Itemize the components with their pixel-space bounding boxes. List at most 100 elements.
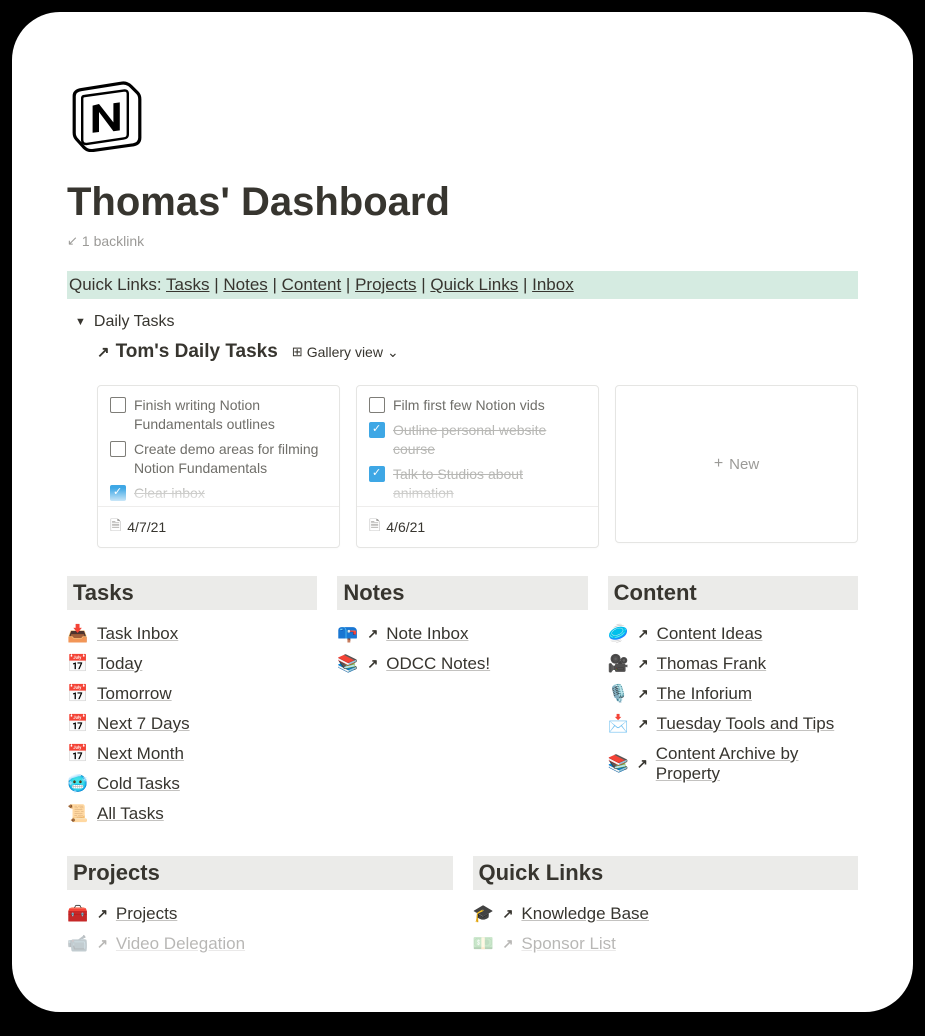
link-content-archive[interactable]: 📚 ↗ Content Archive by Property xyxy=(608,744,858,784)
link-next-7-days[interactable]: 📅 Next 7 Days xyxy=(67,714,317,734)
link-today[interactable]: 📅 Today xyxy=(67,654,317,674)
plus-icon: + xyxy=(714,455,723,473)
link-label: All Tasks xyxy=(97,804,164,824)
link-all-tasks[interactable]: 📜 All Tasks xyxy=(67,804,317,824)
link-label: Projects xyxy=(116,904,177,924)
checkbox-checked-icon[interactable] xyxy=(369,422,385,438)
link-note-inbox[interactable]: 📪 ↗ Note Inbox xyxy=(337,624,587,644)
mic-icon: 🎙️ xyxy=(608,684,630,704)
link-projects[interactable]: 🧰 ↗ Projects xyxy=(67,904,453,924)
page-title: Thomas' Dashboard xyxy=(67,180,858,225)
card-footer: 🗎 4/7/21 xyxy=(98,506,339,547)
card-body: Film first few Notion vids Outline perso… xyxy=(357,386,598,506)
arrow-upper-right-icon: ↗ xyxy=(503,936,514,952)
ql-inbox[interactable]: Inbox xyxy=(532,275,574,294)
link-next-month[interactable]: 📅 Next Month xyxy=(67,744,317,764)
todo-item[interactable]: Outline personal website course xyxy=(369,421,586,459)
arrow-upper-right-icon: ↗ xyxy=(503,906,514,922)
todo-text: Outline personal website course xyxy=(393,421,586,459)
ql-tasks[interactable]: Tasks xyxy=(166,275,209,294)
checkbox-icon[interactable] xyxy=(369,397,385,413)
todo-item[interactable]: Create demo areas for filming Notion Fun… xyxy=(110,440,327,478)
todo-item[interactable]: Film first few Notion vids xyxy=(369,396,586,415)
books-icon: 📚 xyxy=(608,754,629,774)
link-label: Cold Tasks xyxy=(97,774,180,794)
link-label: Note Inbox xyxy=(386,624,468,644)
link-label: Video Delegation xyxy=(116,934,245,954)
link-label: Sponsor List xyxy=(521,934,616,954)
col-notes: Notes 📪 ↗ Note Inbox 📚 ↗ ODCC Notes! xyxy=(337,576,587,834)
gallery-card[interactable]: Finish writing Notion Fundamentals outli… xyxy=(97,385,340,548)
todo-item[interactable]: Talk to Studios about animation xyxy=(369,465,586,503)
todo-text: Create demo areas for filming Notion Fun… xyxy=(134,440,327,478)
link-thomas-frank[interactable]: 🎥 ↗ Thomas Frank xyxy=(608,654,858,674)
checkbox-icon[interactable] xyxy=(110,441,126,457)
todo-item[interactable]: Clear inbox xyxy=(110,484,327,503)
card-date: 4/6/21 xyxy=(386,519,425,535)
quick-links-bar: Quick Links: Tasks | Notes | Content | P… xyxy=(67,271,858,299)
link-cold-tasks[interactable]: 🥶 Cold Tasks xyxy=(67,774,317,794)
link-label: Content Archive by Property xyxy=(656,744,858,784)
content-header: Content xyxy=(608,576,858,610)
daily-tasks-toggle[interactable]: ▼ Daily Tasks xyxy=(67,313,858,331)
link-label: Next Month xyxy=(97,744,184,764)
ql-projects[interactable]: Projects xyxy=(355,275,416,294)
col-content: Content 🥏 ↗ Content Ideas 🎥 ↗ Thomas Fra… xyxy=(608,576,858,834)
todo-item[interactable]: Finish writing Notion Fundamentals outli… xyxy=(110,396,327,434)
view-selector[interactable]: ⊞ Gallery view ⌄ xyxy=(292,344,399,361)
backlink-count: 1 backlink xyxy=(82,233,144,249)
gallery-row: Finish writing Notion Fundamentals outli… xyxy=(97,385,858,548)
col-quick-links: Quick Links 🎓 ↗ Knowledge Base 💵 ↗ Spons… xyxy=(473,856,859,964)
arrow-upper-right-icon: ↗ xyxy=(367,626,378,642)
link-knowledge-base[interactable]: 🎓 ↗ Knowledge Base xyxy=(473,904,859,924)
card-body: Finish writing Notion Fundamentals outli… xyxy=(98,386,339,506)
todo-text: Film first few Notion vids xyxy=(393,396,545,415)
arrow-upper-right-icon: ↗ xyxy=(638,656,649,672)
chevron-down-icon: ⌄ xyxy=(387,344,399,361)
page-icon: 🗎 xyxy=(110,515,121,539)
gallery-card[interactable]: Film first few Notion vids Outline perso… xyxy=(356,385,599,548)
scroll-icon: 📜 xyxy=(67,804,89,824)
notion-page-window: Thomas' Dashboard ↙ 1 backlink Quick Lin… xyxy=(12,12,913,1012)
arrow-upper-right-icon: ↗ xyxy=(638,626,649,642)
ql-content[interactable]: Content xyxy=(282,275,342,294)
linked-db-header: ↗ Tom's Daily Tasks ⊞ Gallery view ⌄ xyxy=(97,341,858,363)
checkbox-checked-icon[interactable] xyxy=(369,466,385,482)
backlink-row[interactable]: ↙ 1 backlink xyxy=(67,233,858,249)
link-label: Task Inbox xyxy=(97,624,178,644)
grad-cap-icon: 🎓 xyxy=(473,904,495,924)
calendar-icon: 📅 xyxy=(67,744,89,764)
toolbox-icon: 🧰 xyxy=(67,904,89,924)
link-label: The Inforium xyxy=(657,684,752,704)
calendar-icon: 📅 xyxy=(67,684,89,704)
link-task-inbox[interactable]: 📥 Task Inbox xyxy=(67,624,317,644)
arrow-upper-right-icon: ↗ xyxy=(638,716,649,732)
linked-db-title[interactable]: ↗ Tom's Daily Tasks xyxy=(97,341,278,363)
ql-notes[interactable]: Notes xyxy=(223,275,267,294)
gallery-grid-icon: ⊞ xyxy=(292,344,303,360)
arrow-upper-right-icon: ↗ xyxy=(97,906,108,922)
notion-logo-icon xyxy=(67,72,858,152)
triangle-down-icon: ▼ xyxy=(75,316,86,328)
col-tasks: Tasks 📥 Task Inbox 📅 Today 📅 Tomorrow 📅 … xyxy=(67,576,317,834)
link-the-inforium[interactable]: 🎙️ ↗ The Inforium xyxy=(608,684,858,704)
arrow-upper-right-icon: ↗ xyxy=(97,936,108,952)
daily-tasks-label: Daily Tasks xyxy=(94,313,175,331)
calendar-icon: 📅 xyxy=(67,714,89,734)
link-content-ideas[interactable]: 🥏 ↗ Content Ideas xyxy=(608,624,858,644)
gallery-new-card[interactable]: + New xyxy=(615,385,858,543)
link-label: Today xyxy=(97,654,142,674)
link-video-delegation[interactable]: 📹 ↗ Video Delegation xyxy=(67,934,453,954)
checkbox-icon[interactable] xyxy=(110,397,126,413)
todo-text: Talk to Studios about animation xyxy=(393,465,586,503)
link-sponsor-list[interactable]: 💵 ↗ Sponsor List xyxy=(473,934,859,954)
link-tuesday-tools[interactable]: 📩 ↗ Tuesday Tools and Tips xyxy=(608,714,858,734)
calendar-icon: 📅 xyxy=(67,654,89,674)
new-label: New xyxy=(729,456,759,473)
checkbox-checked-icon[interactable] xyxy=(110,485,126,501)
link-odcc-notes[interactable]: 📚 ↗ ODCC Notes! xyxy=(337,654,587,674)
page-icon: 🗎 xyxy=(369,515,380,539)
link-label: Tuesday Tools and Tips xyxy=(657,714,835,734)
ql-quick-links[interactable]: Quick Links xyxy=(430,275,518,294)
link-tomorrow[interactable]: 📅 Tomorrow xyxy=(67,684,317,704)
